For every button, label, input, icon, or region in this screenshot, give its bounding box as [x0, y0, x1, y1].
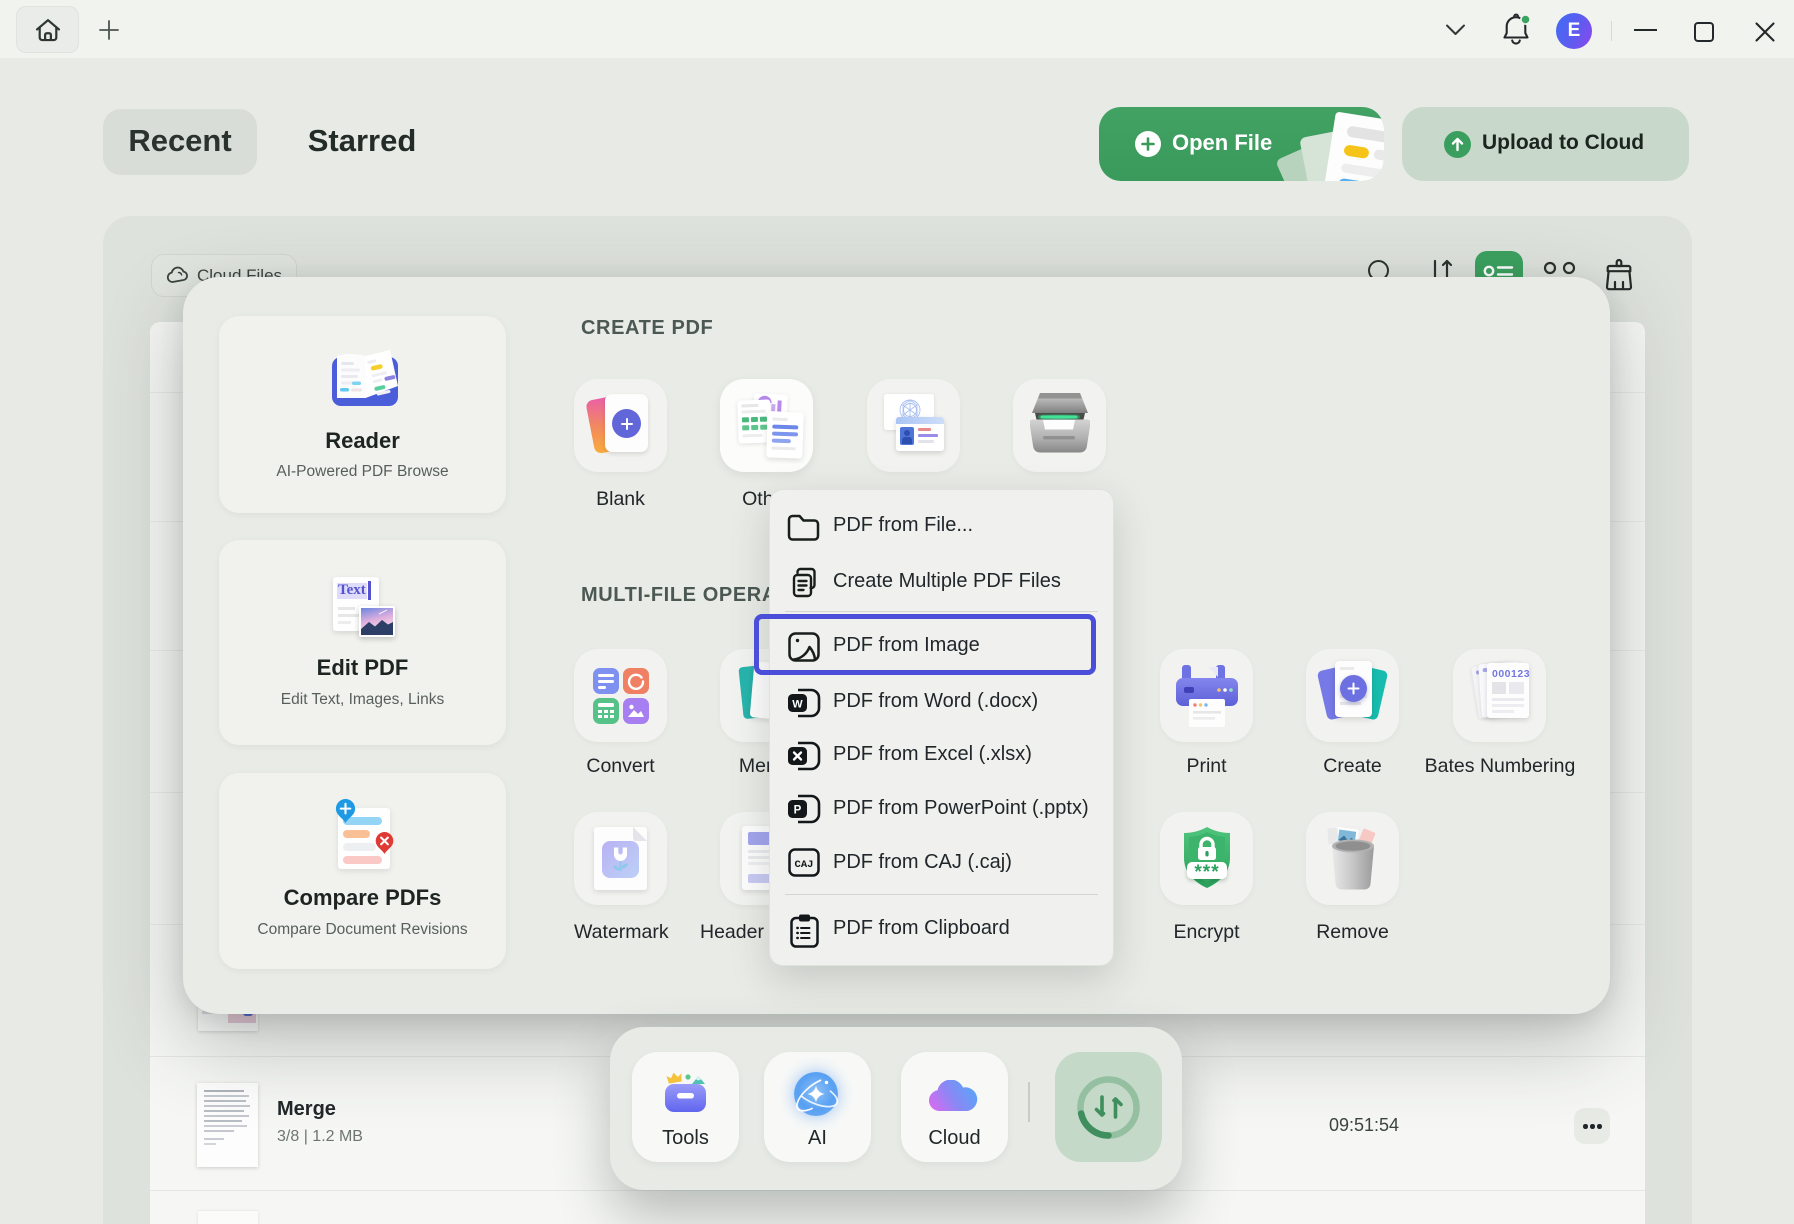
svg-text:P: P [794, 805, 802, 817]
svg-text:CAJ: CAJ [795, 859, 814, 871]
svg-text:***: *** [1194, 862, 1219, 883]
svg-text:W: W [792, 699, 803, 711]
